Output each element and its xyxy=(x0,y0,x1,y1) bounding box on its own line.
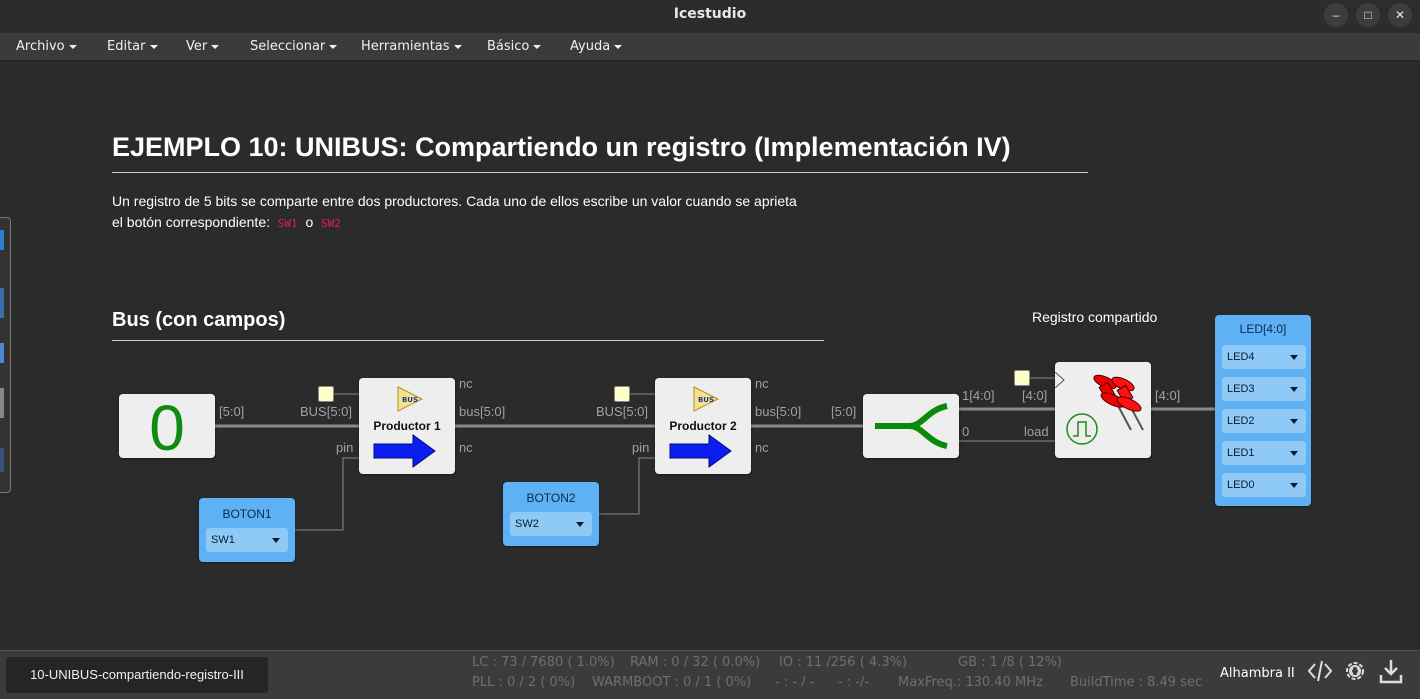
producer2-block[interactable]: BUS Productor 2 xyxy=(655,378,751,474)
pin-wire xyxy=(599,457,655,515)
led0-pin-select[interactable]: LED0 xyxy=(1222,473,1306,497)
stat-warmboot: WARMBOOT : 0 / 1 ( 0%) xyxy=(592,675,752,690)
led2-pin-select[interactable]: LED2 xyxy=(1222,409,1306,433)
wires xyxy=(215,377,1215,531)
chevron-down-icon xyxy=(1290,451,1298,456)
p1-in-bus-label: BUS[5:0] xyxy=(300,404,353,419)
stat-io: IO : 11 /256 ( 4.3%) xyxy=(779,655,908,670)
reg-in-data-label: [4:0] xyxy=(1022,388,1048,403)
stat-pin2: - : -/- xyxy=(838,675,870,690)
arrow-icon xyxy=(373,434,436,468)
split-icon xyxy=(875,403,948,449)
chevron-down-icon xyxy=(272,538,280,543)
clock-input[interactable] xyxy=(614,386,630,402)
split-out-bottom-label: 0 xyxy=(962,424,970,439)
p2-nc-bottom-label: nc xyxy=(755,440,769,455)
led-pin-value: LED1 xyxy=(1227,447,1255,459)
chevron-down-icon xyxy=(576,522,584,527)
chevron-down-icon xyxy=(1290,355,1298,360)
p2-nc-top-label: nc xyxy=(755,376,769,391)
constant-block[interactable]: 0 xyxy=(119,392,215,464)
file-name[interactable]: 10-UNIBUS-compartiendo-registro-III xyxy=(6,657,268,693)
button2-input-block[interactable]: BOTON2 SW2 xyxy=(503,482,599,546)
bus-icon: BUS xyxy=(693,386,720,412)
p1-nc-bottom-label: nc xyxy=(459,440,473,455)
splitter-block[interactable] xyxy=(863,394,959,458)
producer1-block[interactable]: BUS Productor 1 xyxy=(359,378,455,474)
led4-pin-select[interactable]: LED4 xyxy=(1222,345,1306,369)
leds-title: LED[4:0] xyxy=(1239,322,1287,336)
p1-nc-top-label: nc xyxy=(459,376,473,391)
stat-lc: LC : 73 / 7680 ( 1.0%) xyxy=(472,655,615,670)
stat-gb: GB : 1 /8 ( 12%) xyxy=(958,655,1062,670)
button1-title: BOTON1 xyxy=(222,507,272,521)
clock-input[interactable] xyxy=(1014,370,1030,386)
constant-value: 0 xyxy=(149,392,185,464)
led-pin-value: LED3 xyxy=(1227,383,1255,395)
pin-wire xyxy=(295,457,359,531)
p2-in-pin-label: pin xyxy=(632,440,650,455)
bus-icon: BUS xyxy=(397,386,424,412)
arrow-icon xyxy=(669,434,732,468)
board-selector[interactable]: Alhambra II xyxy=(1220,666,1295,681)
download-icon[interactable] xyxy=(1377,657,1405,685)
chevron-down-icon xyxy=(1290,483,1298,488)
p2-in-bus-label: BUS[5:0] xyxy=(596,404,649,419)
svg-text:BUS: BUS xyxy=(698,396,714,404)
stat-maxfreq: MaxFreq.: 130.40 MHz xyxy=(898,675,1043,690)
stat-pll: PLL : 0 / 2 ( 0%) xyxy=(472,675,576,690)
p1-out-bus-label: bus[5:0] xyxy=(459,404,506,419)
p2-out-bus-label: bus[5:0] xyxy=(755,404,802,419)
gear-icon[interactable] xyxy=(1341,657,1369,685)
reg-in-load-label: load xyxy=(1024,424,1049,439)
producer1-name: Productor 1 xyxy=(373,419,441,433)
producer2-name: Productor 2 xyxy=(669,419,737,433)
stat-buildtime: BuildTime : 8.49 sec xyxy=(1070,675,1203,690)
chevron-down-icon xyxy=(1290,419,1298,424)
reg-out-label: [4:0] xyxy=(1155,388,1181,403)
split-in-label: [5:0] xyxy=(831,404,857,419)
pushpin-icon xyxy=(1093,374,1144,431)
code-icon[interactable] xyxy=(1306,657,1334,685)
button1-input-block[interactable]: BOTON1 SW1 xyxy=(199,498,295,562)
led1-pin-select[interactable]: LED1 xyxy=(1222,441,1306,465)
p1-in-pin-label: pin xyxy=(336,440,354,455)
led-pin-value: LED4 xyxy=(1227,351,1255,363)
led-pin-value: LED2 xyxy=(1227,415,1255,427)
chevron-down-icon xyxy=(1290,387,1298,392)
leds-output-block[interactable]: LED[4:0] LED4 LED3 LED2 LED1 LED0 xyxy=(1215,315,1311,506)
button1-pin-select[interactable]: SW1 xyxy=(206,528,288,552)
button2-pin-value: SW2 xyxy=(515,518,539,530)
clock-input[interactable] xyxy=(318,386,334,402)
button2-pin-select[interactable]: SW2 xyxy=(510,512,592,536)
register-block[interactable] xyxy=(1055,362,1151,458)
split-out-top-label: 1[4:0] xyxy=(962,388,995,403)
button1-pin-value: SW1 xyxy=(211,534,235,546)
svg-text:BUS: BUS xyxy=(402,396,418,404)
clock-triangle xyxy=(1055,372,1065,388)
stat-pin1: - : - / - xyxy=(775,675,815,690)
led3-pin-select[interactable]: LED3 xyxy=(1222,377,1306,401)
const-out-label: [5:0] xyxy=(219,404,245,419)
led-pin-value: LED0 xyxy=(1227,479,1255,491)
button2-title: BOTON2 xyxy=(526,491,576,505)
stat-ram: RAM : 0 / 32 ( 0.0%) xyxy=(630,655,761,670)
